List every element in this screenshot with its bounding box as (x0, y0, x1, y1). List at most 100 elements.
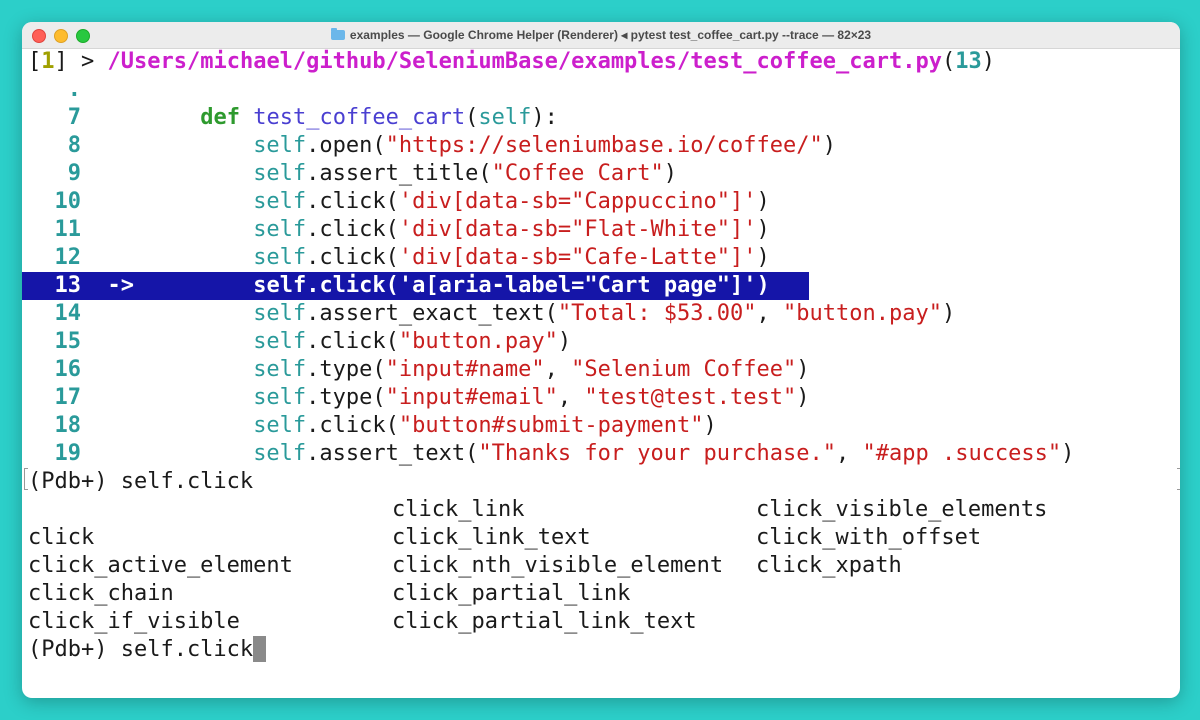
close-paren: ) (796, 385, 810, 410)
completion-item: click_xpath (756, 553, 902, 578)
string-arg: "button.pay" (398, 329, 558, 354)
pdb-input-text[interactable]: (Pdb+) self.click (28, 637, 253, 662)
code-line: 19 self.assert_text("Thanks for your pur… (28, 440, 1180, 468)
separator: , (835, 441, 863, 466)
line-number: 11 (54, 217, 82, 242)
line-number: 16 (54, 357, 82, 382)
self-token: self (253, 245, 307, 270)
completion-item: click_link_text (392, 525, 591, 550)
code-line: 7 def test_coffee_cart(self): (67, 105, 558, 130)
close-paren: ) (1061, 441, 1075, 466)
line-number: 15 (54, 329, 82, 354)
pdb-prompt-text: (Pdb+) self.click (28, 469, 254, 494)
self-token: self (253, 301, 307, 326)
line-number: 8 (67, 133, 81, 158)
self-token: self (253, 161, 307, 186)
completion-item: click_if_visible (28, 609, 240, 634)
code-line: 12 self.click('div[data-sb="Cafe-Latte"]… (28, 244, 1180, 272)
string-arg: "Total: $53.00" (557, 301, 757, 326)
current-line-arrow: -> (107, 273, 135, 298)
frame-number: 1 (41, 49, 55, 74)
close-paren: ) (756, 217, 770, 242)
close-paren: ) (941, 301, 956, 326)
method-call: .click( (306, 329, 399, 354)
current-line-highlight: 13 -> self.click('a[aria-label="Cart pag… (22, 272, 809, 300)
file-path: /Users/michael/github/SeleniumBase/examp… (107, 49, 942, 74)
string-arg: "button.pay" (783, 301, 942, 326)
current-line-code: self.click('a[aria-label="Cart page"]') (253, 273, 770, 298)
self-token: self (253, 385, 307, 410)
line-number: 12 (54, 245, 82, 270)
string-arg: "Thanks for your purchase." (478, 441, 836, 466)
completion-row: click_active_element click_nth_visible_el… (28, 552, 1180, 580)
method-call: .click( (306, 245, 399, 270)
completion-item: click_link (392, 497, 525, 522)
scroll-marker-left (24, 468, 28, 490)
self-token: self (253, 413, 307, 438)
completion-item: click_active_element (28, 553, 293, 578)
self-token: self (253, 441, 307, 466)
terminal-window: examples — Google Chrome Helper (Rendere… (22, 22, 1180, 698)
completion-item: click (28, 525, 95, 550)
method-call: .type( (306, 385, 386, 410)
completion-item: click_nth_visible_element (392, 553, 724, 578)
string-arg: "button#submit-payment" (398, 413, 704, 438)
method-call: .assert_exact_text( (306, 301, 558, 326)
close-paren: ) (796, 357, 810, 382)
line-number: 13 (54, 273, 82, 298)
code-line: 16 self.type("input#name", "Selenium Cof… (28, 356, 1180, 384)
self-token: self (253, 329, 307, 354)
method-call: .click( (306, 189, 399, 214)
code-line: 17 self.type("input#email", "test@test.t… (28, 384, 1180, 412)
self-token: self (253, 133, 307, 158)
code-line: 15 self.click("button.pay") (28, 328, 1180, 356)
line-number: 10 (54, 189, 82, 214)
completion-item: click_partial_link (392, 581, 631, 606)
pdb-prompt-history: (Pdb+) self.click (24, 468, 1180, 496)
keyword: def (200, 105, 240, 130)
ellipsis-line: . (28, 76, 1180, 104)
completion-row: click click_link_text click_with_offset (28, 524, 1180, 552)
window-title-text: examples — Google Chrome Helper (Rendere… (349, 28, 872, 42)
close-paren: ) (756, 245, 770, 270)
folder-icon (330, 28, 345, 40)
text-cursor (253, 636, 267, 662)
line-number: 14 (54, 301, 82, 326)
terminal-content[interactable]: [1] > /Users/michael/github/SeleniumBase… (22, 48, 1180, 698)
window-title: examples — Google Chrome Helper (Rendere… (22, 28, 1180, 42)
string-arg: "input#email" (385, 385, 558, 410)
completion-item: click_visible_elements (756, 497, 1048, 522)
string-arg: "Selenium Coffee" (571, 357, 797, 382)
string-arg: "test@test.test" (584, 385, 797, 410)
line-number: 19 (54, 441, 82, 466)
completion-item: click_partial_link_text (392, 609, 697, 634)
method-call: .open( (306, 133, 386, 158)
line-number: 17 (54, 385, 82, 410)
line-number: 18 (54, 413, 82, 438)
completion-row: click_chain click_partial_link (28, 580, 1180, 608)
string-arg: 'div[data-sb="Flat-White"]' (398, 217, 757, 242)
line-number: 9 (67, 161, 81, 186)
close-paren: ) (822, 133, 836, 158)
close-paren: ) (756, 189, 770, 214)
separator: , (544, 357, 572, 382)
method-call: .click( (306, 413, 399, 438)
self-token: self (253, 357, 307, 382)
code-line: 9 self.assert_title("Coffee Cart") (28, 160, 1180, 188)
method-call: .type( (306, 357, 386, 382)
function-name: test_coffee_cart (253, 105, 466, 130)
self-token: self (253, 217, 307, 242)
scroll-marker-right (1177, 468, 1180, 490)
method-call: .click( (306, 217, 399, 242)
current-line-number: 13 (955, 49, 982, 74)
line-number: 7 (67, 105, 81, 130)
string-arg: 'div[data-sb="Cafe-Latte"]' (398, 245, 757, 270)
completion-item: click_with_offset (756, 525, 982, 550)
completion-item: click_chain (28, 581, 174, 606)
method-call: .assert_title( (306, 161, 492, 186)
string-arg: "Coffee Cart" (491, 161, 664, 186)
separator: , (756, 301, 784, 326)
pdb-input-line[interactable]: (Pdb+) self.click (28, 636, 1180, 664)
code-line: 10 self.click('div[data-sb="Cappuccino"]… (28, 188, 1180, 216)
title-bar: examples — Google Chrome Helper (Rendere… (22, 22, 1180, 49)
